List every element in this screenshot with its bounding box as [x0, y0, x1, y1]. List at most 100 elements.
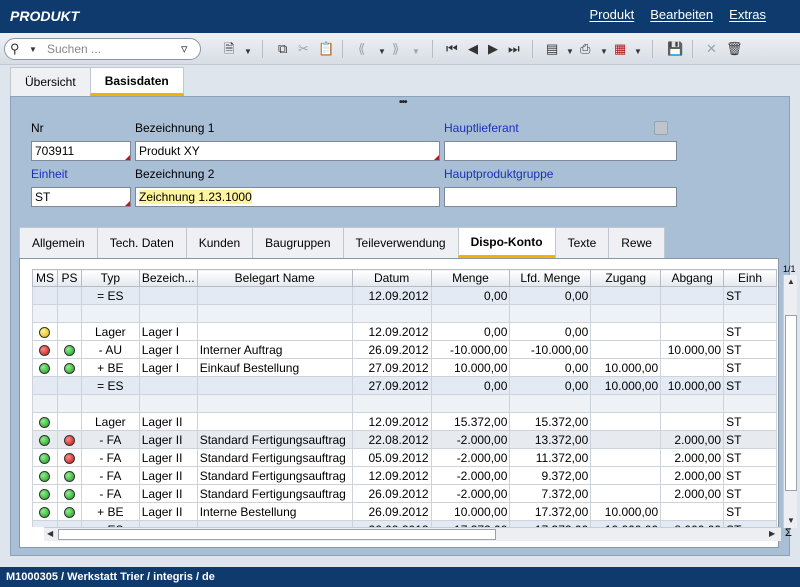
- table-row[interactable]: Lager Lager I 12.09.2012 0,00 0,00 ST: [32, 322, 777, 341]
- rewind-icon[interactable]: ⟪: [358, 42, 365, 56]
- splitter-grip[interactable]: •••: [399, 97, 407, 108]
- cell-abgang: 2.000,00: [660, 466, 725, 485]
- cell-datum: 12.09.2012: [351, 286, 432, 305]
- scroll-up-icon[interactable]: ▲: [787, 277, 795, 286]
- search-icon[interactable]: ⚲: [10, 42, 20, 56]
- lookup-icon[interactable]: [654, 121, 668, 135]
- first-record-icon[interactable]: ⏮: [446, 42, 458, 56]
- table-row[interactable]: + BE Lager II Interne Bestellung 26.09.2012…: [32, 502, 777, 521]
- einheit-field[interactable]: ST: [31, 187, 131, 207]
- table-row[interactable]: - FA Lager II Standard Fertigungsauftrag 26…: [32, 484, 777, 503]
- cell-menge: -2.000,00: [430, 484, 511, 503]
- cell-bez: Lager II: [138, 466, 198, 485]
- previous-record-icon[interactable]: ◀: [468, 42, 478, 56]
- column-header[interactable]: Bezeich...: [138, 269, 198, 287]
- vertical-scrollbar[interactable]: ▲ ▼: [783, 275, 797, 528]
- column-header[interactable]: Menge: [430, 269, 511, 287]
- print-icon[interactable]: ⎙: [580, 42, 590, 56]
- forward-icon[interactable]: ⟫: [392, 42, 399, 56]
- filter-icon[interactable]: ▿: [181, 42, 188, 56]
- scroll-left-icon[interactable]: ◀: [47, 529, 53, 538]
- hauptlieferant-field[interactable]: [444, 141, 677, 161]
- cell-einh: [723, 394, 777, 413]
- delete-icon[interactable]: 🗑: [726, 42, 743, 56]
- column-header[interactable]: MS: [32, 269, 58, 287]
- rewind-dropdown-icon[interactable]: ▼: [378, 45, 386, 59]
- column-header[interactable]: Datum: [351, 269, 432, 287]
- einheit-link[interactable]: Einheit: [31, 167, 68, 181]
- column-header[interactable]: Abgang: [660, 269, 725, 287]
- cell-lfd: -10.000,00: [509, 340, 592, 359]
- column-header[interactable]: Typ: [80, 269, 140, 287]
- cell-einh: ST: [723, 322, 777, 341]
- menu-extras[interactable]: Extras: [729, 7, 766, 22]
- hauptproduktgruppe-field[interactable]: [444, 187, 677, 207]
- status-green-icon: [63, 488, 75, 500]
- cut-icon[interactable]: ✂: [298, 42, 309, 56]
- cell-bez: [138, 394, 198, 413]
- table-row[interactable]: Lager Lager II 12.09.2012 15.372,00 15.372,0…: [32, 412, 777, 431]
- menu-produkt[interactable]: Produkt: [589, 7, 634, 22]
- search-input[interactable]: [45, 41, 175, 57]
- cell-abgang: [660, 394, 725, 413]
- cell-abgang: 2.000,00: [660, 430, 725, 449]
- last-record-icon[interactable]: ⏭: [508, 42, 520, 56]
- tab-tech-daten[interactable]: Tech. Daten: [96, 227, 187, 258]
- bezeichnung1-field[interactable]: Produkt XY: [135, 141, 440, 161]
- tab-dispo-konto[interactable]: Dispo-Konto: [457, 227, 556, 258]
- scroll-down-icon[interactable]: ▼: [787, 516, 795, 525]
- horizontal-scroll-thumb[interactable]: [58, 529, 496, 540]
- next-record-icon[interactable]: ▶: [488, 42, 498, 56]
- column-header[interactable]: Einh: [723, 269, 777, 287]
- tab-texte[interactable]: Texte: [554, 227, 610, 258]
- form-icon[interactable]: ▤: [546, 42, 558, 56]
- tab-uebersicht[interactable]: Übersicht: [10, 67, 91, 96]
- status-green-icon: [39, 470, 51, 482]
- print-dropdown-icon[interactable]: ▼: [600, 45, 608, 59]
- form-dropdown-icon[interactable]: ▼: [566, 45, 574, 59]
- nr-field[interactable]: 703911: [31, 141, 131, 161]
- column-header[interactable]: Zugang: [590, 269, 662, 287]
- search-dropdown-icon[interactable]: ▼: [29, 43, 37, 57]
- cancel-icon[interactable]: ✕: [706, 42, 717, 56]
- tab-allgemein[interactable]: Allgemein: [19, 227, 98, 258]
- copy-icon[interactable]: ⧉: [278, 42, 287, 56]
- tab-rewe[interactable]: Rewe: [608, 227, 665, 258]
- table-row[interactable]: [32, 304, 777, 323]
- toolbar-separator: [692, 40, 693, 58]
- bezeichnung2-field[interactable]: Zeichnung 1.23.1000: [135, 187, 440, 207]
- tab-teileverwendung[interactable]: Teileverwendung: [342, 227, 459, 258]
- table-row[interactable]: = ES 12.09.2012 0,00 0,00 ST: [32, 286, 777, 305]
- cell-datum: 12.09.2012: [351, 322, 432, 341]
- table-row[interactable]: - AU Lager I Interner Auftrag 26.09.2012 -10…: [32, 340, 777, 359]
- table-row[interactable]: [32, 394, 777, 413]
- column-header[interactable]: Belegart Name: [196, 269, 353, 287]
- table-row[interactable]: = ES 27.09.2012 0,00 0,00 10.000,00 10.000,00…: [32, 376, 777, 395]
- cell-zugang: [590, 430, 662, 449]
- new-dropdown-icon[interactable]: ▼: [244, 45, 252, 59]
- scroll-right-icon[interactable]: ▶: [769, 529, 775, 538]
- column-header[interactable]: Lfd. Menge: [509, 269, 592, 287]
- cell-abgang: [660, 358, 725, 377]
- new-document-icon[interactable]: 🗎: [224, 42, 234, 56]
- export-icon[interactable]: ▦: [614, 42, 626, 56]
- tab-kunden[interactable]: Kunden: [185, 227, 254, 258]
- export-dropdown-icon[interactable]: ▼: [634, 45, 642, 59]
- table-row[interactable]: - FA Lager II Standard Fertigungsauftrag 12…: [32, 466, 777, 485]
- sum-icon[interactable]: Σ: [785, 527, 792, 539]
- table-row[interactable]: + BE Lager I Einkauf Bestellung 27.09.2012 1…: [32, 358, 777, 377]
- paste-icon[interactable]: 📋: [318, 42, 334, 56]
- save-icon[interactable]: 💾: [667, 42, 683, 56]
- table-row[interactable]: - FA Lager II Standard Fertigungsauftrag 22…: [32, 430, 777, 449]
- table-row[interactable]: - FA Lager II Standard Fertigungsauftrag 05…: [32, 448, 777, 467]
- menu-bearbeiten[interactable]: Bearbeiten: [650, 7, 713, 22]
- vertical-scroll-thumb[interactable]: [785, 315, 797, 491]
- cell-belegart: [196, 412, 353, 431]
- column-header[interactable]: PS: [56, 269, 82, 287]
- tab-baugruppen[interactable]: Baugruppen: [252, 227, 344, 258]
- forward-dropdown-icon[interactable]: ▼: [412, 45, 420, 59]
- tab-basisdaten[interactable]: Basisdaten: [89, 67, 184, 96]
- hauptlieferant-link[interactable]: Hauptlieferant: [444, 121, 519, 135]
- horizontal-scrollbar[interactable]: ◀ ▶: [44, 527, 781, 541]
- hauptproduktgruppe-link[interactable]: Hauptproduktgruppe: [444, 167, 553, 181]
